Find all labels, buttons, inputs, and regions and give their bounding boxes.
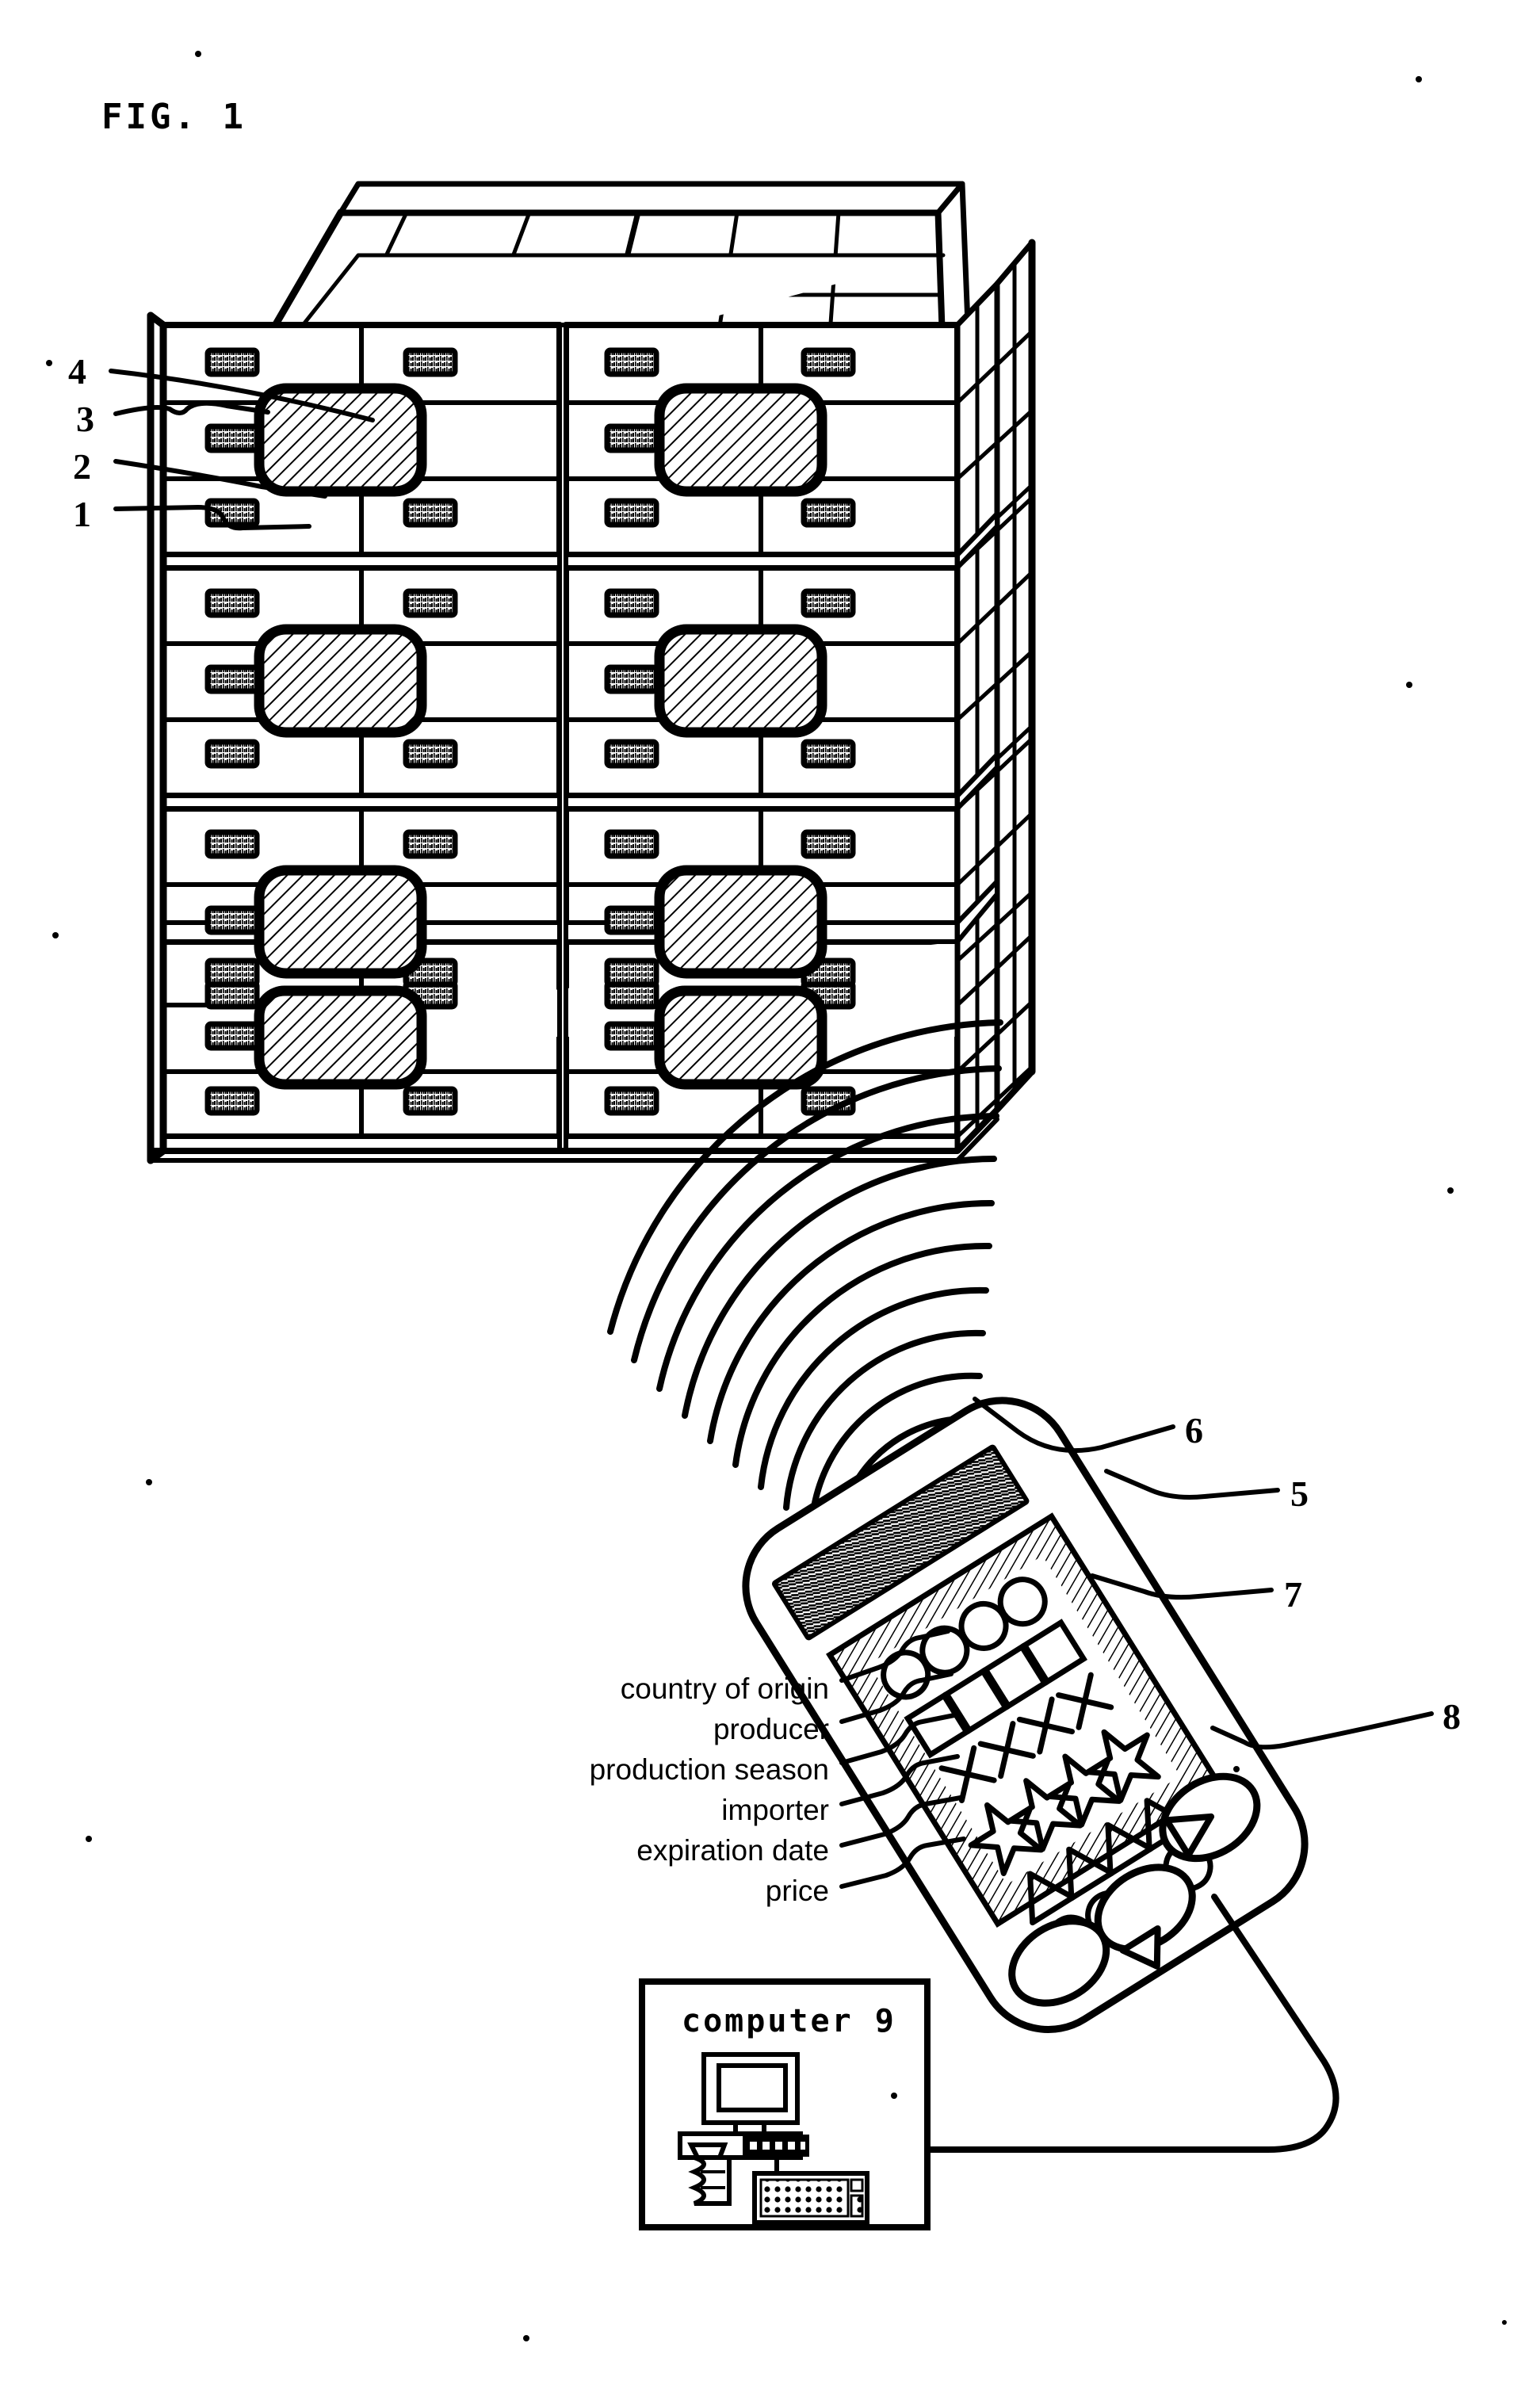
rfid-tag [654, 865, 827, 979]
ref-numeral-7: 7 [1284, 1574, 1302, 1615]
ref-numeral-3: 3 [76, 399, 94, 439]
ref-numeral-1: 1 [73, 494, 91, 534]
ref-numeral-6: 6 [1185, 1410, 1203, 1451]
ref-numeral-2: 2 [73, 446, 91, 487]
rfid-tag [654, 383, 827, 497]
data-label-price: price [765, 1875, 829, 1907]
stack-left-edge [147, 312, 167, 1164]
rfid-tag [254, 985, 427, 1090]
rfid-tag [254, 865, 427, 979]
rfid-tag [254, 624, 427, 738]
monitor-icon [701, 2052, 800, 2136]
data-label-production-season: production season [589, 1753, 829, 1786]
data-label-expiration-date: expiration date [636, 1834, 829, 1867]
data-label-importer: importer [721, 1794, 829, 1826]
figure-linework [46, 51, 1507, 2341]
leader-5 [1104, 1469, 1280, 1500]
rfid-tag [254, 383, 427, 497]
computer-box-label: computer 9 [682, 2003, 896, 2039]
stack-right-face [954, 239, 1036, 1154]
crate-column-gap [557, 323, 568, 1153]
ref-numeral-8: 8 [1443, 1696, 1461, 1737]
rfid-tag [654, 624, 827, 738]
patent-figure-canvas: FIG. 1 4 3 2 1 6 5 7 8 country of origin… [0, 0, 1521, 2408]
data-label-producer: producer [713, 1713, 829, 1745]
rfid-tag [654, 985, 827, 1090]
figure-title: FIG. 1 [101, 97, 246, 137]
ref-numeral-4: 4 [68, 351, 86, 392]
data-label-country-of-origin: country of origin [620, 1672, 829, 1705]
ref-numeral-5: 5 [1290, 1473, 1309, 1514]
keyboard-icon [752, 2171, 869, 2225]
